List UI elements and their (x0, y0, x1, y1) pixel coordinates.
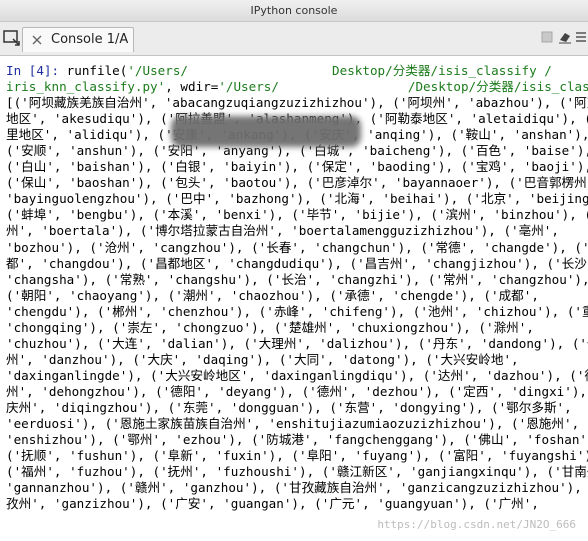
output-line: ('蚌埠', 'bengbu'), ('本溪', 'benxi'), ('毕节'… (6, 207, 588, 223)
output-block: [('阿坝藏族羌族自治州', 'abacangzuqiangzuzizhizho… (6, 95, 588, 512)
window-title: IPython console (250, 4, 338, 17)
eraser-icon[interactable] (558, 30, 572, 44)
square-icon[interactable] (541, 31, 553, 43)
output-line: ('福州', 'fuzhou'), ('抚州', 'fuzhoushi'), (… (6, 464, 588, 480)
output-line: ('保山', 'baoshan'), ('包头', 'baotou'), ('巴… (6, 175, 588, 191)
output-line: 'bayinguolengzhou'), ('巴中', 'bazhong'), … (6, 191, 588, 207)
output-line: 'changsha'), ('常熟', 'changshu'), ('长治', … (6, 271, 588, 287)
code-call: runfile( (66, 63, 128, 78)
output-line: ('抚顺', 'fushun'), ('阜新', 'fuxin'), ('阜阳'… (6, 448, 588, 464)
output-line: 'enshizhou'), ('鄂州', 'ezhou'), ('防城港', '… (6, 432, 588, 448)
close-icon[interactable] (31, 34, 43, 46)
output-line: 州', 'danzhou'), ('大庆', 'daqing'), ('大同',… (6, 351, 519, 367)
output-line: 'gannanzhou'), ('赣州', 'ganzhou'), ('甘孜藏族… (6, 480, 588, 496)
input-line-2: iris_knn_classify.py', wdir='/Users/ /De… (6, 79, 588, 95)
tab-console-1a[interactable]: Console 1/A (22, 27, 134, 52)
code-path-string: '/Users/ Desktop/分类器/isis_classify / (127, 63, 552, 78)
menu-icon[interactable] (575, 31, 587, 43)
output-line: ('白山', 'baishan'), ('白银', 'baiyin'), ('保… (6, 159, 588, 175)
console-output-area[interactable]: In [4]: runfile('/Users/ Desktop/分类器/isi… (0, 56, 588, 541)
tab-bar: Console 1/A (0, 22, 588, 56)
output-line: 都', 'changdou'), ('昌都地区', 'changdudiqu')… (6, 255, 588, 271)
output-line: [('阿坝藏族羌族自治州', 'abacangzuqiangzuzizhizho… (6, 95, 588, 111)
output-line: 孜州', 'ganzizhou'), ('广安', 'guangan'), ('… (6, 496, 539, 512)
input-line-1: In [4]: runfile('/Users/ Desktop/分类器/isi… (6, 63, 588, 79)
redaction-blur (171, 116, 361, 147)
output-line: 庆州', 'diqingzhou'), ('东莞', 'dongguan'), … (6, 399, 572, 415)
output-line: ('朝阳', 'chaoyang'), ('潮州', 'chaozhou'), … (6, 287, 539, 303)
code-file-string: iris_knn_classify.py' (6, 79, 166, 95)
watermark: https://blog.csdn.net/JN2O_666 (377, 517, 576, 531)
code-wdir-string: '/Users/ /Desktop/分类器/isis_classify ' (218, 79, 588, 95)
output-line: 'eerduosi'), ('恩施土家族苗族自治州', 'enshitujiaz… (6, 416, 580, 432)
console-icon[interactable] (3, 30, 21, 46)
output-line: 'chengdu'), ('郴州', 'chenzhou'), ('赤峰', '… (6, 303, 588, 319)
window-titlebar: IPython console (0, 0, 588, 22)
input-prompt: In [4]: (6, 63, 67, 78)
output-line: 'chuzhou'), ('大连', 'dalian'), ('大理州', 'd… (6, 335, 588, 351)
output-line: 州', 'dehongzhou'), ('德阳', 'deyang'), ('德… (6, 383, 588, 399)
tab-label: Console 1/A (51, 32, 129, 47)
output-line: 'chongqing'), ('崇左', 'chongzuo'), ('楚雄州'… (6, 319, 534, 335)
output-line: 'daxinganlingde'), ('大兴安岭地区', 'daxinganl… (6, 367, 588, 383)
output-line: 州', 'boertala'), ('博尔塔拉蒙古自治州', 'boertala… (6, 223, 559, 239)
code-wdir-arg: , wdir= (165, 79, 219, 95)
output-line: 'bozhou'), ('沧州', 'cangzhou'), ('长春', 'c… (6, 239, 588, 255)
